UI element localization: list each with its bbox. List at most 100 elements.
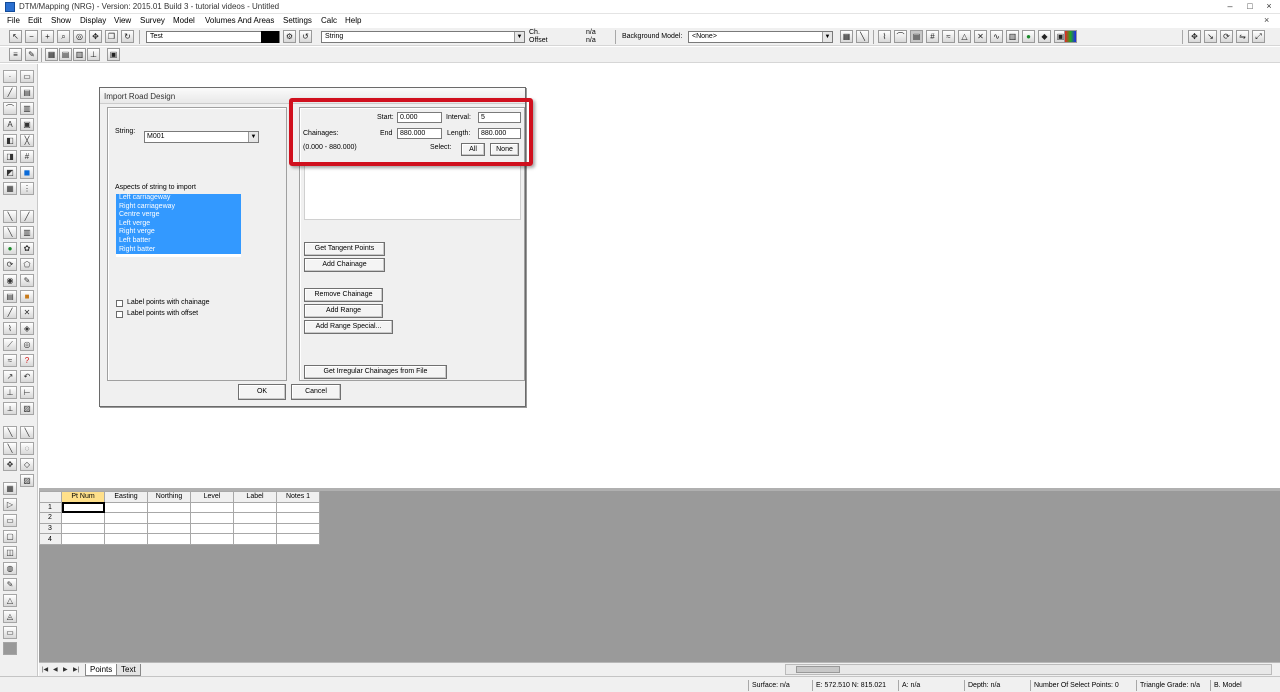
table-cell[interactable] [104,522,148,535]
prev-sheet-icon[interactable]: ◀ [53,666,58,673]
next-sheet-icon[interactable]: ▶ [63,666,68,673]
row-header[interactable]: 3 [39,522,62,535]
menu-volumes-and-areas[interactable]: Volumes And Areas [205,16,274,25]
background-model-combo[interactable]: <None> ▼ [688,31,833,43]
table-cell[interactable] [190,533,234,545]
column-header-easting[interactable]: Easting [104,491,148,503]
tool-icon[interactable]: ▤ [3,290,17,303]
row-header[interactable]: 4 [39,533,62,545]
draw-arc-icon[interactable]: ⌒ [3,102,17,115]
calculator-icon[interactable]: ▣ [107,48,120,61]
list-item[interactable]: Right verge [116,228,241,237]
tool-icon[interactable]: ◍ [3,562,17,575]
tool-icon[interactable]: ▨ [20,402,34,415]
tool-icon[interactable]: ✕ [20,306,34,319]
table-cell[interactable] [233,501,277,514]
grid-corner[interactable] [39,491,62,503]
tool-icon[interactable]: ◧ [3,134,17,147]
tool-icon[interactable]: ▤ [20,86,34,99]
tool-icon[interactable]: ▢ [3,530,17,543]
ok-button[interactable]: OK [238,384,286,400]
layer-combo[interactable]: Test [146,31,280,43]
tool-icon[interactable]: △ [3,594,17,607]
scroll-thumb[interactable] [796,666,840,673]
tool-icon[interactable]: ◎ [20,338,34,351]
grid-icon[interactable]: # [20,150,34,163]
chevron-down-icon[interactable]: ▼ [514,32,524,42]
tool-icon[interactable]: ◫ [3,546,17,559]
block-icon[interactable]: ▥ [1006,30,1019,43]
minimize-button[interactable]: – [1221,1,1239,12]
contour-icon[interactable]: ≈ [942,30,955,43]
chart-icon[interactable]: ▥ [73,48,86,61]
tool-icon[interactable]: ▦ [3,482,17,495]
menu-settings[interactable]: Settings [283,16,312,25]
tool-icon[interactable]: ▭ [3,626,17,639]
tool-icon[interactable]: ▦ [3,182,17,195]
tool-icon[interactable]: ⊢ [20,386,34,399]
table-cell[interactable] [276,533,320,545]
tool-icon[interactable]: ▭ [3,514,17,527]
row-header[interactable]: 1 [39,501,62,514]
chevron-down-icon[interactable]: ▼ [248,132,258,142]
tool-icon[interactable]: ✿ [20,242,34,255]
tool-icon[interactable]: ╲ [3,210,17,223]
first-sheet-icon[interactable]: |◀ [42,666,48,673]
tool-icon[interactable]: ╱ [3,306,17,319]
move-icon[interactable]: ✥ [1188,30,1201,43]
column-header-notes[interactable]: Notes 1 [276,491,320,503]
zoom-extents-icon[interactable]: ◎ [73,30,86,43]
tool-icon[interactable]: ◈ [20,322,34,335]
aspects-listbox[interactable]: Left carriageway Right carriageway Centr… [116,194,241,257]
rotate-icon[interactable]: ⟳ [1220,30,1233,43]
wave-icon[interactable]: ∿ [990,30,1003,43]
tab-text[interactable]: Text [116,664,141,676]
tool-icon[interactable]: ⬠ [20,258,34,271]
tool-icon[interactable]: ⟂ [3,402,17,415]
menu-help[interactable]: Help [345,16,361,25]
menu-show[interactable]: Show [51,16,71,25]
tool-icon[interactable]: ◉ [3,274,17,287]
string-select[interactable]: M001 ▼ [144,131,259,143]
tool-icon[interactable]: ╲ [20,426,34,439]
zoom-out-icon[interactable]: − [25,30,38,43]
table-cell[interactable] [233,512,277,524]
label-chainage-checkbox[interactable] [116,300,123,307]
draw-point-icon[interactable]: · [3,70,17,83]
table-cell[interactable] [104,533,148,545]
label-offset-checkbox[interactable] [116,311,123,318]
table-cell[interactable] [61,501,105,514]
table-cell[interactable] [104,512,148,524]
get-tangent-points-button[interactable]: Get Tangent Points [304,242,385,256]
scale-icon[interactable]: ⤢ [1252,30,1265,43]
tool-icon[interactable]: ✎ [20,274,34,287]
tool-icon[interactable]: ▭ [20,70,34,83]
table-icon[interactable]: ▦ [45,48,58,61]
tool-icon[interactable]: ◌ [20,442,34,455]
tool-icon[interactable]: ✥ [3,458,17,471]
column-header-label[interactable]: Label [233,491,277,503]
list-icon[interactable]: ≡ [9,48,22,61]
table-cell[interactable] [233,522,277,535]
tool-icon[interactable]: ◬ [3,610,17,623]
colour-palette-icon[interactable] [1064,30,1077,43]
pan-icon[interactable]: ✥ [89,30,102,43]
tool-icon[interactable]: ▷ [3,498,17,511]
remove-chainage-button[interactable]: Remove Chainage [304,288,383,302]
tool-icon[interactable]: ⋮ [20,182,34,195]
table-cell[interactable] [147,501,191,514]
tool-icon[interactable]: ■ [20,290,34,303]
table-cell[interactable] [276,512,320,524]
table-cell[interactable] [147,533,191,545]
tab-points[interactable]: Points [85,664,118,676]
zoom-window-icon[interactable]: ⌕ [57,30,70,43]
help-icon[interactable]: ? [20,354,34,367]
column-header-level[interactable]: Level [190,491,234,503]
table-cell[interactable] [233,533,277,545]
row-header[interactable]: 2 [39,512,62,524]
table-cell[interactable] [147,512,191,524]
menu-display[interactable]: Display [80,16,106,25]
menu-calc[interactable]: Calc [321,16,337,25]
table-cell[interactable] [147,522,191,535]
table-cell[interactable] [104,501,148,514]
